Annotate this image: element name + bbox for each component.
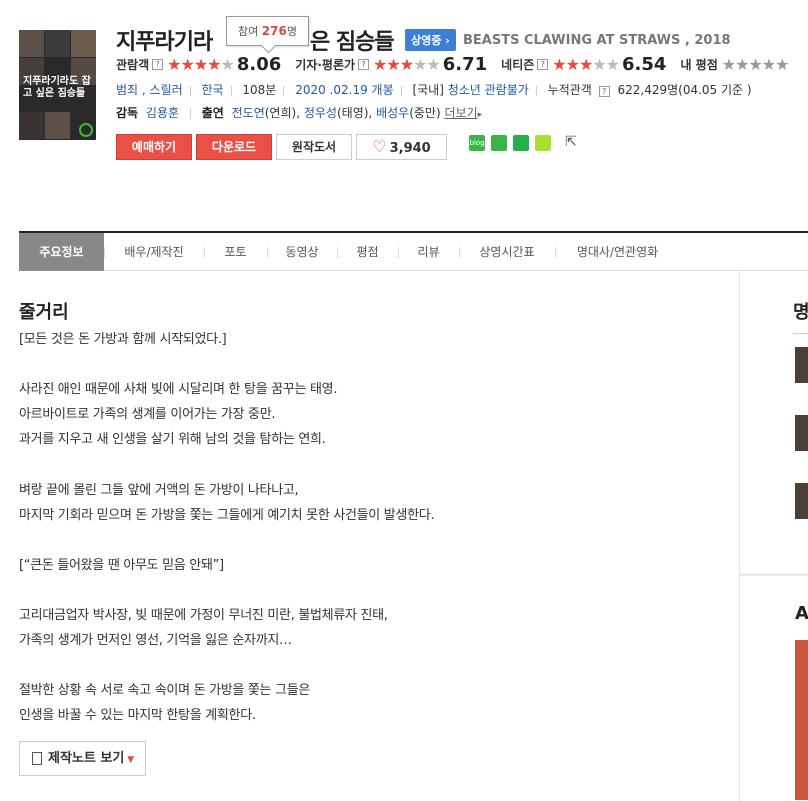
tooltip-count: 276: [261, 24, 287, 38]
column-divider: [739, 271, 740, 801]
director-label: 감독: [116, 106, 139, 120]
tab-showtimes[interactable]: 상영시간표: [459, 233, 555, 271]
bookmark-icon[interactable]: [513, 135, 529, 151]
rating-participants-tooltip: 참여 276명: [226, 16, 309, 46]
original-book-button[interactable]: 원작도서: [276, 134, 352, 160]
audience-label: 관람객: [116, 57, 150, 72]
poster-title: 지푸라기라도 잡고 싶은 짐승들: [23, 76, 91, 99]
share-icon[interactable]: ⇱: [565, 134, 577, 150]
reserve-button[interactable]: 예매하기: [116, 134, 192, 160]
rating-row: 관람객 ? ★★★★★ 8.06 기자·평론가 ? ★★★★★ 6.71 네티즌…: [116, 53, 790, 75]
title-right: 은 짐승들: [310, 30, 395, 55]
runtime: 108분: [242, 83, 277, 97]
cafe-icon[interactable]: [491, 135, 507, 151]
sidebar-section-divider: [740, 573, 808, 576]
cast-role: (연희),: [264, 106, 301, 120]
tab-review[interactable]: 리뷰: [398, 233, 459, 271]
like-button[interactable]: ♡ 3,940: [356, 134, 447, 160]
cumulative-value: 622,429명(04.05 기준 ): [617, 83, 752, 97]
cast-role: (중만): [409, 106, 441, 120]
grade-prefix: [국내]: [412, 83, 444, 97]
help-icon[interactable]: ?: [537, 58, 549, 70]
download-button[interactable]: 다운로드: [196, 134, 272, 160]
netizen-label: 네티즌: [501, 57, 535, 72]
my-rating-label: 내 평점: [680, 57, 718, 72]
netizen-stars: ★★★★★: [552, 54, 620, 74]
caret-down-icon: ▼: [127, 755, 135, 765]
release-date[interactable]: 2020 .02.19 개봉: [295, 83, 393, 97]
production-note-button[interactable]: 제작노트 보기 ▼: [19, 741, 146, 776]
tooltip-suffix: 명: [286, 25, 297, 38]
more-link[interactable]: 더보기: [444, 106, 477, 120]
critic-score: 6.71: [442, 53, 488, 75]
like-count: 3,940: [389, 141, 431, 156]
movie-poster[interactable]: 지푸라기라도 잡고 싶은 짐승들: [19, 30, 96, 140]
tab-bar: 주요정보 배우/제작진 포토 동영상 평점 리뷰 상영시간표 명대사/연관영화: [19, 231, 808, 271]
audience-score: 8.06: [236, 53, 282, 75]
tab-cast-crew[interactable]: 배우/제작진: [104, 233, 204, 271]
heart-icon: ♡: [372, 137, 387, 156]
audience-stars: ★★★★★: [167, 54, 235, 74]
synopsis-text: [모든 것은 돈 가방과 함께 시작되었다.] 사라진 애인 때문에 사채 빚에…: [19, 332, 435, 724]
memo-icon[interactable]: [535, 135, 551, 151]
cumulative-label: 누적관객: [547, 83, 592, 97]
page-title-right: 은 짐승들: [310, 24, 395, 55]
director-link[interactable]: 김용훈: [146, 106, 179, 120]
sidebar-heading-2: A: [795, 603, 808, 624]
tooltip-prefix: 참여: [238, 25, 259, 38]
page-title: 지푸라기라: [116, 24, 213, 55]
sidebar-thumbnail[interactable]: [795, 415, 808, 451]
netizen-score: 6.54: [622, 53, 667, 75]
chevron-right-icon: ▸: [477, 110, 483, 120]
cast-link[interactable]: 전도연: [232, 106, 265, 120]
blog-icon[interactable]: blog: [469, 135, 485, 151]
cast-role: (태영),: [336, 106, 373, 120]
age-grade[interactable]: 청소년 관람불가: [448, 83, 529, 97]
tab-rating[interactable]: 평점: [337, 233, 398, 271]
sidebar-thumbnail[interactable]: [795, 483, 808, 519]
tab-main-info[interactable]: 주요정보: [19, 233, 104, 271]
help-icon[interactable]: ?: [152, 58, 164, 70]
synopsis-heading: 줄거리: [19, 302, 69, 323]
movie-info: 범죄 , 스릴러 한국 108분 2020 .02.19 개봉 [국내] 청소년…: [116, 81, 752, 98]
action-buttons: 예매하기 다운로드 원작도서 ♡ 3,940: [116, 134, 451, 160]
sidebar-heading: 명: [793, 302, 808, 323]
sidebar-banner[interactable]: [795, 640, 808, 800]
english-title: BEASTS CLAWING AT STRAWS , 2018: [463, 33, 731, 48]
social-share: blog: [469, 135, 557, 151]
my-rating-stars[interactable]: ★★★★★: [722, 55, 790, 74]
sidebar-divider: [793, 333, 808, 334]
cast-label: 출연: [201, 106, 224, 120]
country-link[interactable]: 한국: [201, 83, 223, 97]
title-left: 지푸라기라: [116, 30, 213, 55]
critic-label: 기자·평론가: [295, 57, 356, 72]
genre-link[interactable]: 범죄 , 스릴러: [116, 83, 183, 97]
document-icon: [32, 752, 42, 765]
status-badge[interactable]: 상영중 ›: [405, 29, 456, 51]
zoom-icon[interactable]: [79, 123, 93, 137]
credits: 감독 김용훈 출연 전도연(연희), 정우성(태영), 배성우(중만) 더보기▸: [116, 104, 482, 121]
tab-quotes[interactable]: 명대사/연관영화: [555, 233, 680, 271]
sidebar-thumbnail[interactable]: [795, 347, 808, 383]
tab-video[interactable]: 동영상: [267, 233, 337, 271]
cast-link[interactable]: 배성우: [376, 106, 409, 120]
critic-stars: ★★★★★: [373, 54, 441, 74]
tab-photo[interactable]: 포토: [204, 233, 267, 271]
note-button-label: 제작노트 보기: [48, 751, 125, 766]
help-icon[interactable]: ?: [358, 58, 370, 70]
cast-link[interactable]: 정우성: [304, 106, 337, 120]
help-icon[interactable]: ?: [598, 86, 610, 97]
